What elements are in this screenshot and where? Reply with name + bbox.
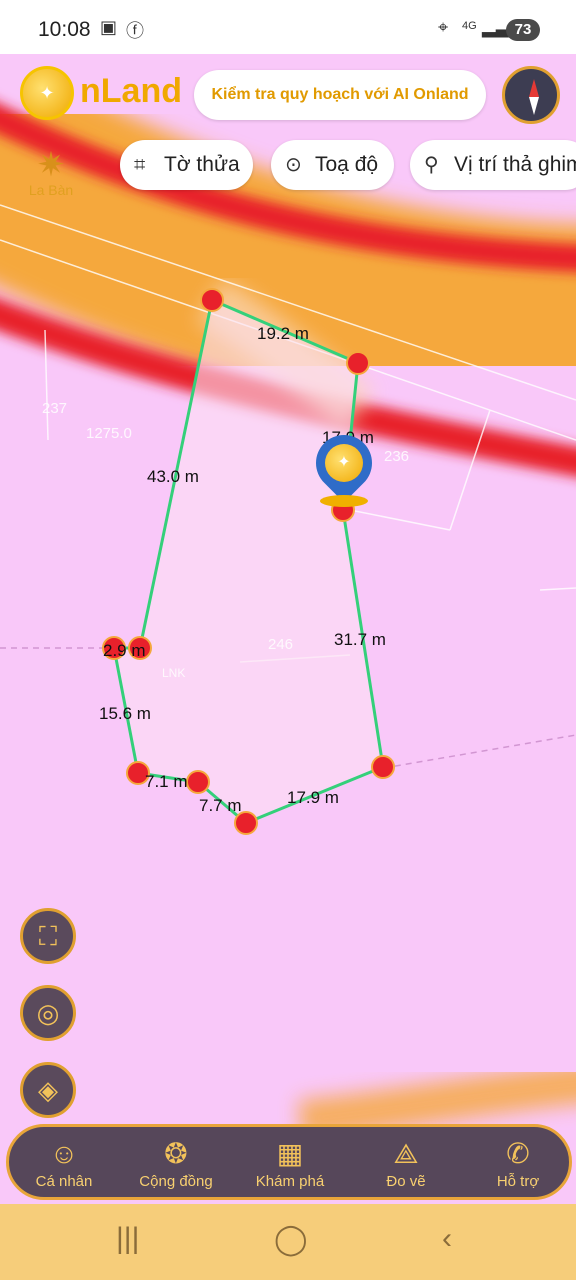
compass-needle-north-icon bbox=[529, 79, 539, 97]
community-icon: ❂ bbox=[164, 1138, 188, 1169]
chip-toa-do[interactable]: ⊙ Toạ độ bbox=[271, 140, 394, 190]
dimension-label: 17.9 m bbox=[287, 788, 339, 807]
facebook-icon: ⓕ bbox=[126, 21, 144, 41]
system-navigation-bar: ||| ◯ ‹ bbox=[0, 1204, 576, 1280]
dimension-label: 43.0 m bbox=[147, 467, 199, 486]
layers-button[interactable]: ◈ bbox=[20, 1062, 76, 1118]
ai-planning-check-button[interactable]: Kiểm tra quy hoạch với AI Onland bbox=[194, 70, 486, 120]
chip-to-thua[interactable]: ⌗ Tờ thửa bbox=[120, 140, 253, 190]
screenshot-icon: ▣ bbox=[100, 17, 118, 37]
brand-name: nLand bbox=[80, 72, 182, 110]
dimension-label: 31.7 m bbox=[334, 630, 386, 649]
chip-vi-tri-tha-ghim[interactable]: ⚲ Vị trí thả ghim bbox=[410, 140, 576, 190]
plot-label: 237 bbox=[42, 400, 68, 417]
pin-base bbox=[320, 495, 368, 507]
nav-ho-tro[interactable]: ✆ Hỗ trợ bbox=[463, 1127, 573, 1197]
location-icon: ⌖ bbox=[438, 17, 449, 37]
plot-label: 236 bbox=[384, 448, 410, 465]
nav-kham-pha[interactable]: ▦ Khám phá bbox=[235, 1127, 345, 1197]
plot-label: 246 bbox=[268, 636, 294, 653]
coin-icon: ✦ bbox=[325, 444, 363, 482]
status-bar: 10:08 ▣ ⓕ ⌖ 4G ▂▃▅ 73 bbox=[0, 0, 576, 54]
chip-label: Toạ độ bbox=[315, 153, 379, 176]
search-mode-chips: ⌗ Tờ thửa ⊙ Toạ độ ⚲ Vị trí thả ghim bbox=[0, 140, 576, 190]
nav-cong-dong[interactable]: ❂ Cộng đồng bbox=[121, 1127, 231, 1197]
compass-needle-south-icon bbox=[529, 97, 539, 115]
map-pin-marker[interactable]: ✦ bbox=[304, 423, 384, 515]
dimension-label: 7.1 m bbox=[145, 772, 188, 791]
nav-label: Đo vẽ bbox=[386, 1173, 426, 1190]
my-location-button[interactable]: ◎ bbox=[20, 985, 76, 1041]
pin-drop-icon: ⚲ bbox=[424, 154, 439, 176]
map-canvas bbox=[0, 57, 576, 1140]
statistics-icon: ⛶ bbox=[38, 921, 58, 951]
nav-label: Cộng đồng bbox=[139, 1173, 213, 1190]
location-pin-icon: ⊙ bbox=[285, 154, 302, 176]
plot-area-label: 1275.0 bbox=[86, 425, 132, 442]
chip-label: Tờ thửa bbox=[164, 153, 240, 176]
zoning-band-bottom bbox=[298, 1064, 576, 1140]
nav-ca-nhan[interactable]: ☺ Cá nhân bbox=[9, 1127, 119, 1197]
network-type: 4G bbox=[462, 20, 477, 32]
my-location-icon: ◎ bbox=[36, 998, 60, 1028]
bottom-navigation: ☺ Cá nhân ❂ Cộng đồng ▦ Khám phá ⟁ Đo vẽ… bbox=[6, 1124, 572, 1200]
phone-icon: ✆ bbox=[506, 1138, 530, 1169]
back-icon[interactable]: ‹ bbox=[442, 1222, 452, 1256]
home-icon[interactable]: ◯ bbox=[274, 1222, 308, 1257]
map-view[interactable] bbox=[0, 54, 576, 1204]
top-bar: ✦ nLand Kiểm tra quy hoạch với AI Onland bbox=[0, 62, 576, 132]
recent-apps-icon[interactable]: ||| bbox=[116, 1222, 139, 1256]
nav-label: Cá nhân bbox=[35, 1173, 93, 1190]
nav-do-ve[interactable]: ⟁ Đo vẽ bbox=[351, 1127, 461, 1197]
nav-label: Khám phá bbox=[255, 1173, 325, 1190]
dimension-label: 2.9 m bbox=[103, 641, 146, 660]
land-use-label: LNK bbox=[162, 666, 186, 680]
dimension-label: 19.2 m bbox=[257, 324, 309, 343]
person-icon: ☺ bbox=[49, 1138, 79, 1169]
battery-indicator: 73 bbox=[506, 19, 540, 41]
statistics-button[interactable]: ⛶ bbox=[20, 908, 76, 964]
dimension-label: 15.6 m bbox=[99, 704, 151, 723]
explore-grid-icon: ▦ bbox=[276, 1138, 304, 1169]
layers-icon: ◈ bbox=[38, 1075, 58, 1105]
dimension-label: 7.7 m bbox=[199, 796, 242, 815]
parcel-icon: ⌗ bbox=[134, 154, 146, 176]
clock: 10:08 bbox=[38, 18, 91, 41]
logo-icon: ✦ bbox=[20, 66, 74, 120]
compass-button[interactable] bbox=[502, 66, 560, 124]
nav-label: Hỗ trợ bbox=[496, 1173, 540, 1190]
chip-label: Vị trí thả ghim bbox=[454, 153, 576, 176]
measure-icon: ⟁ bbox=[393, 1138, 419, 1169]
